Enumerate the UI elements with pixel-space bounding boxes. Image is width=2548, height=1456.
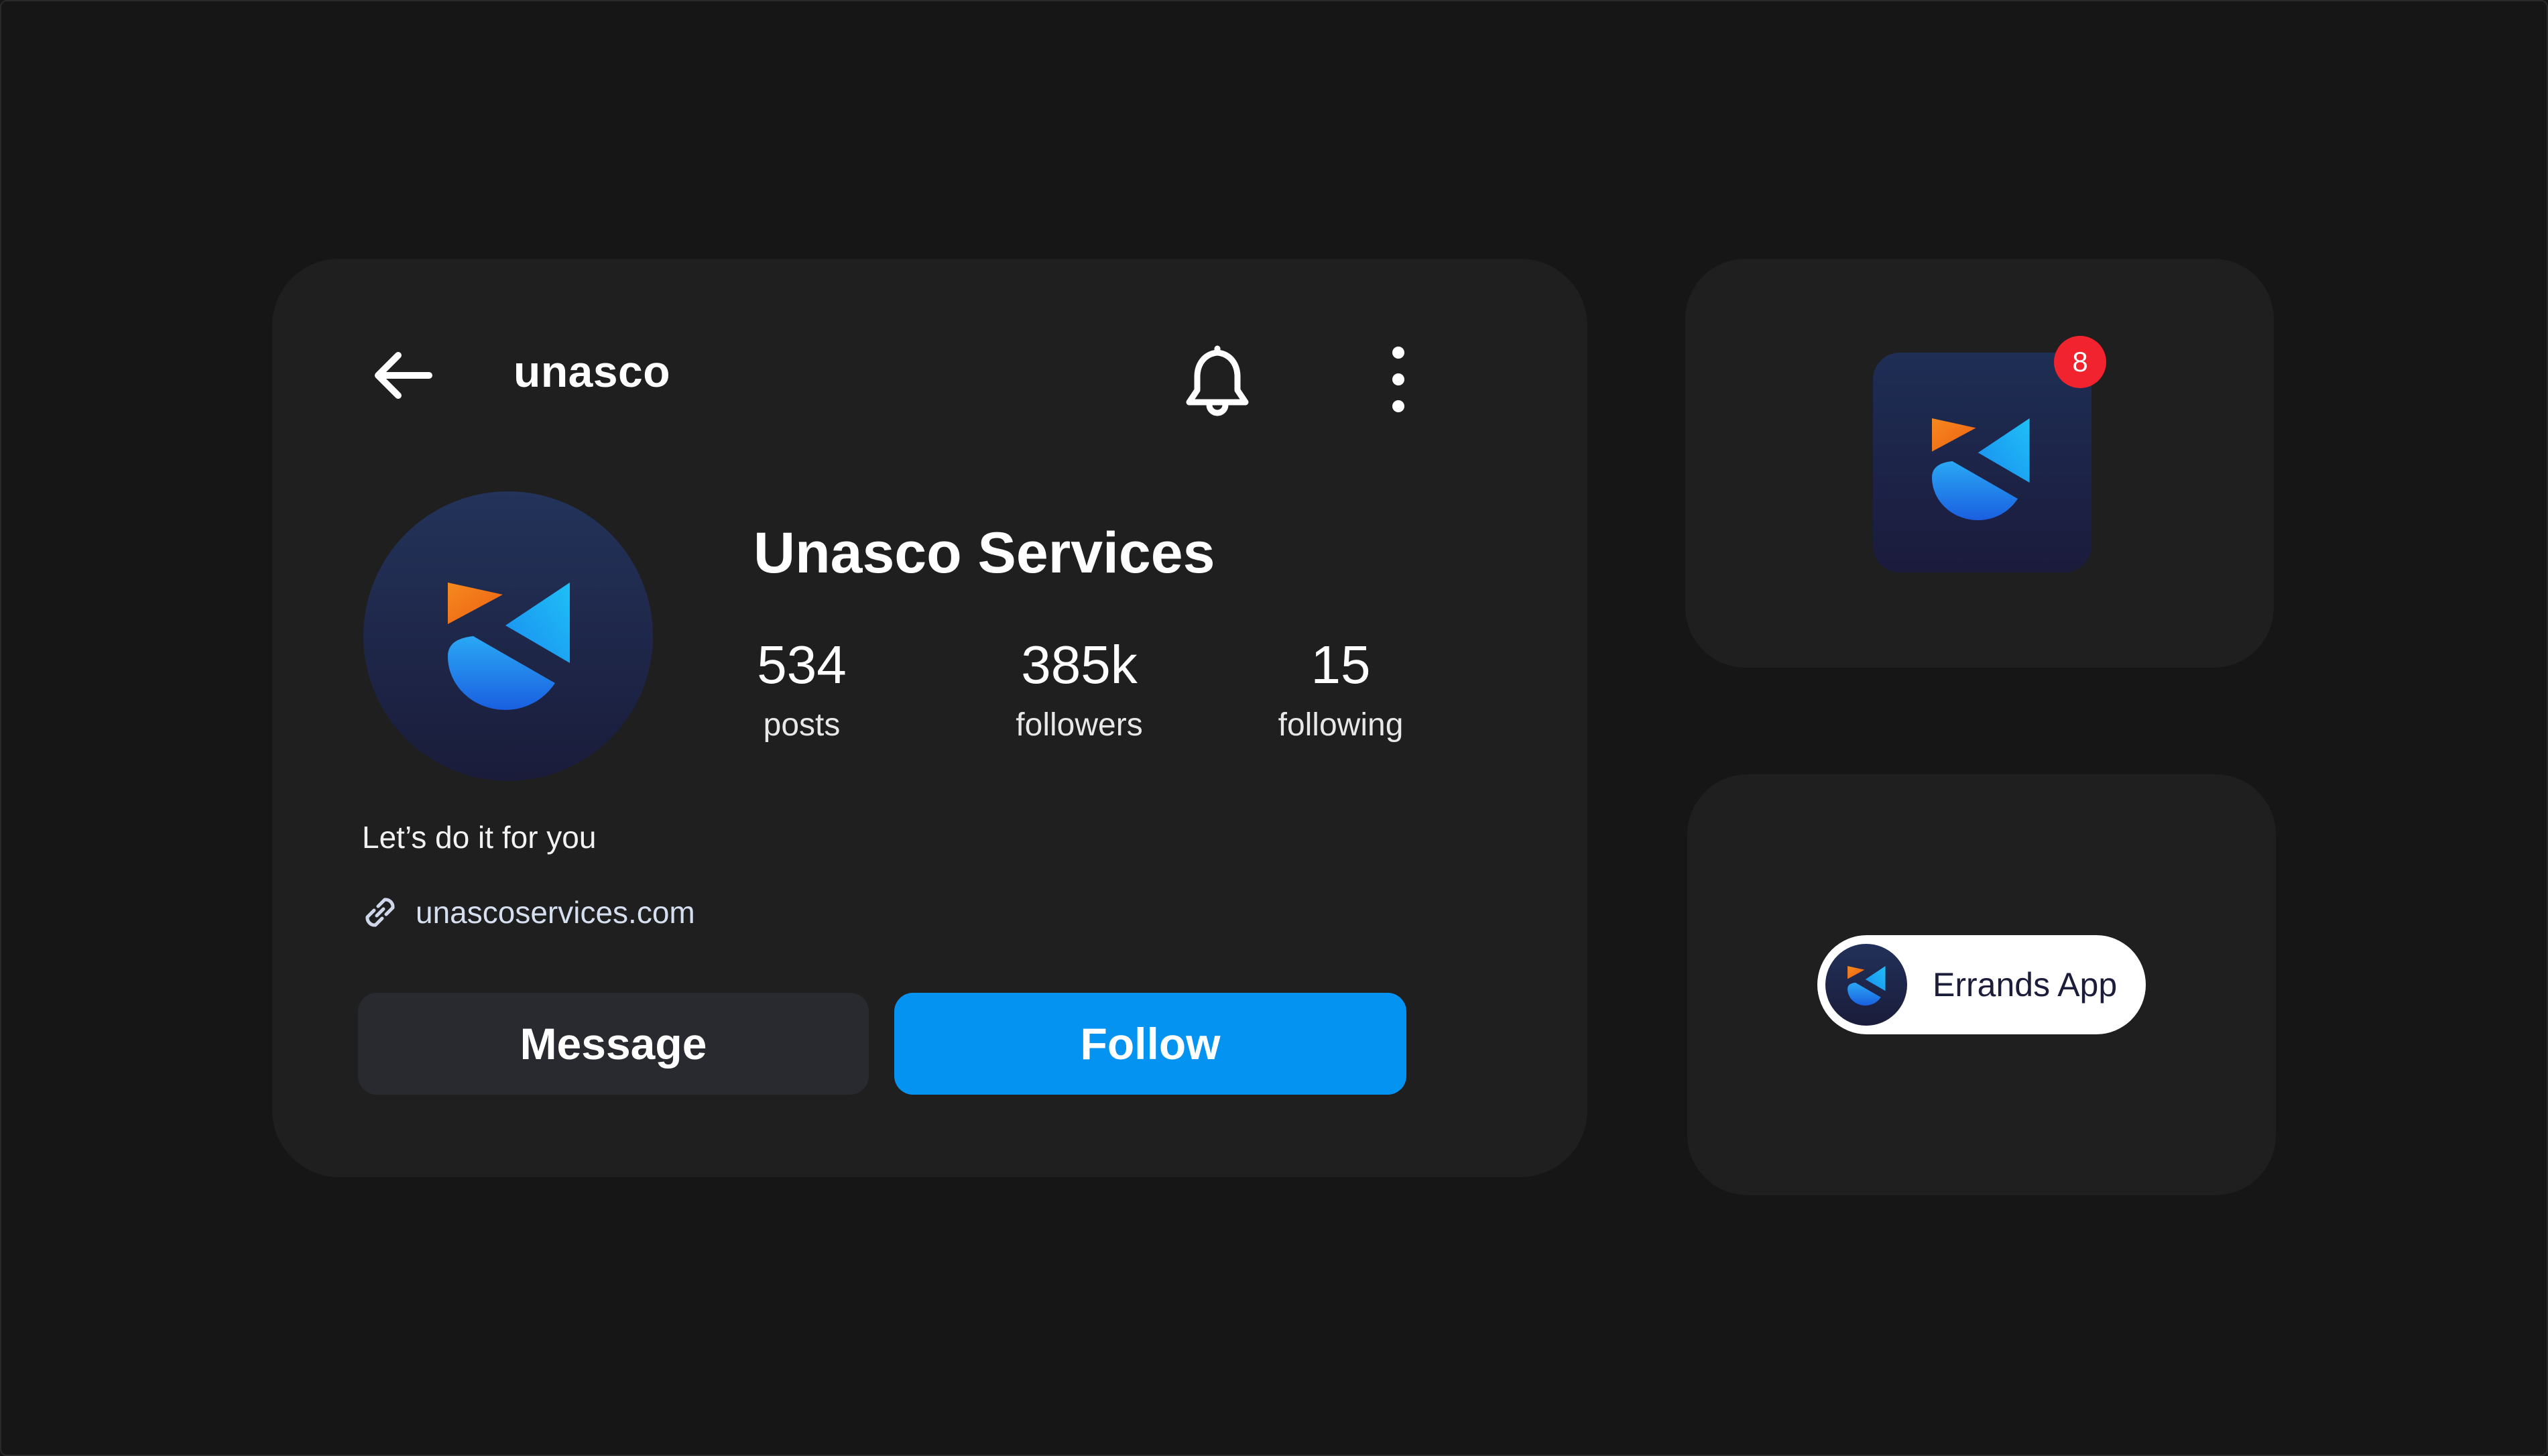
stat-following-value: 15 [1311,635,1371,694]
chip-label: Errands App [1933,966,2118,1004]
profile-bio: Let’s do it for you [362,820,597,855]
app-icon[interactable] [1873,353,2091,572]
profile-display-name: Unasco Services [753,521,1215,585]
errands-app-chip[interactable]: Errands App [1817,935,2146,1034]
stat-following-label: following [1278,707,1404,743]
arrow-left-icon[interactable] [369,342,436,409]
stat-following[interactable]: 15 following [1254,638,1428,743]
stat-posts-value: 534 [757,635,847,694]
unasco-logo-icon [448,583,570,710]
stat-followers[interactable]: 385k followers [992,638,1166,743]
stat-followers-label: followers [1016,707,1143,743]
stat-posts-label: posts [763,707,841,743]
link-icon [365,898,395,927]
profile-handle: unasco [513,347,671,396]
stat-posts[interactable]: 534 posts [735,638,869,743]
follow-button[interactable]: Follow [894,993,1406,1095]
unasco-logo-icon [1932,418,2030,520]
bell-icon[interactable] [1180,342,1255,417]
profile-website-link[interactable]: unascoservices.com [416,894,695,930]
notification-badge: 8 [2054,336,2106,388]
profile-avatar [363,491,653,781]
message-button[interactable]: Message [358,993,869,1095]
unasco-logo-icon [1847,966,1886,1006]
chip-avatar [1825,944,1907,1026]
more-vertical-icon[interactable] [1385,345,1412,414]
stat-followers-value: 385k [1021,635,1138,694]
